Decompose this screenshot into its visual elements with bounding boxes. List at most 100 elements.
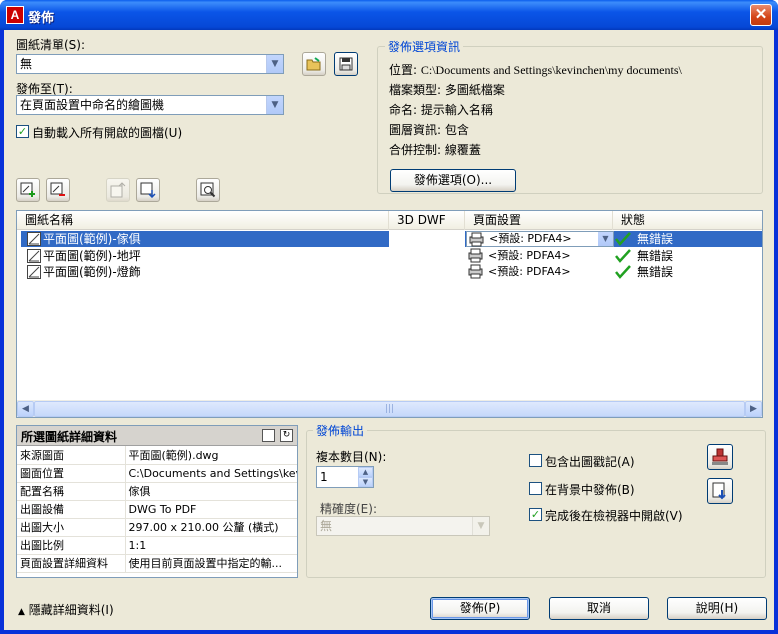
details-row: 出圖比例 1:1 [17, 536, 297, 555]
details-header: 所選圖紙詳細資料 ↻ [17, 426, 297, 446]
table-row[interactable]: 平面圖(範例)-傢俱 <預設: PDFA4> ▼ 無錯誤 [17, 231, 762, 247]
column-3d-dwf[interactable]: 3D DWF [389, 211, 465, 230]
page-setup-cell[interactable]: <預設: PDFA4> [466, 248, 614, 264]
details-row: 出圖大小 297.00 x 210.00 公釐 (橫式) [17, 518, 297, 537]
cancel-button[interactable]: 取消 [549, 597, 649, 620]
option-merge-control-value: 線覆蓋 [444, 143, 481, 157]
publish-dialog: A 發佈 ✕ 圖紙清單(S): 無 ▼ 發佈至(T): 在頁面設置中命名的繪圖機… [0, 0, 778, 634]
publish-button[interactable]: 發佈(P) [430, 597, 530, 620]
remove-sheets-button[interactable] [46, 178, 70, 202]
status-text: 無錯誤 [637, 232, 674, 246]
sheet-list-label: 圖紙清單(S): [16, 38, 86, 52]
details-row: 圖面位置C:\Documents and Settings\kevinc... [17, 464, 297, 483]
details-value: DWG To PDF [125, 500, 297, 519]
title-bar[interactable]: A 發佈 ✕ [0, 0, 778, 30]
background-publish-checkbox[interactable] [529, 482, 542, 495]
option-file-type-value: 多圖紙檔案 [444, 83, 505, 97]
details-key: 圖面位置 [17, 464, 126, 483]
sheet-list-select[interactable]: 無 ▼ [16, 54, 284, 74]
status-cell: 無錯誤 [615, 231, 762, 247]
stamp-settings-button[interactable] [707, 444, 733, 470]
copies-spinner[interactable]: 1 ▲ ▼ [316, 466, 374, 488]
add-sheet-icon [20, 182, 35, 197]
load-sheet-list-button[interactable] [302, 52, 326, 76]
move-sheet-down-button[interactable] [136, 178, 160, 202]
table-row[interactable]: 平面圖(範例)-地坪 <預設: PDFA4> 無錯誤 [17, 248, 762, 264]
chevron-down-icon[interactable]: ▼ [598, 232, 613, 246]
precision-select[interactable]: 無 ▼ [316, 516, 490, 536]
details-value: 平面圖(範例).dwg [125, 446, 297, 465]
option-naming-value: 提示輸入名稱 [420, 103, 493, 117]
spin-down-icon[interactable]: ▼ [358, 477, 373, 487]
chevron-down-icon[interactable]: ▼ [266, 96, 283, 114]
sheet-name: 平面圖(範例)-傢俱 [43, 232, 141, 246]
publish-to-value: 在頁面設置中命名的繪圖機 [20, 98, 165, 112]
publish-output-title: 發佈輸出 [313, 422, 368, 439]
status-text: 無錯誤 [637, 249, 674, 263]
option-layer-info-key: 圖層資訊: [389, 123, 442, 137]
include-stamp-checkbox[interactable] [529, 454, 542, 467]
details-row: 頁面設置詳細資料 使用目前頁面設置中指定的輸... [17, 554, 297, 573]
column-page-setup[interactable]: 頁面設置 [465, 211, 613, 230]
auto-load-checkbox[interactable]: ✓ [16, 125, 29, 138]
list-header: 圖紙名稱 3D DWF 頁面設置 狀態 [17, 211, 762, 230]
autocad-app-icon: A [6, 6, 24, 24]
publish-to-select[interactable]: 在頁面設置中命名的繪圖機 ▼ [16, 95, 284, 115]
column-status[interactable]: 狀態 [613, 211, 762, 230]
page-setup-select[interactable]: <預設: PDFA4> ▼ [466, 231, 614, 247]
checkmark-icon [615, 232, 631, 246]
precision-value: 無 [320, 519, 333, 533]
window-title: 發佈 [28, 11, 55, 26]
open-viewer-checkbox[interactable]: ✓ [529, 508, 542, 521]
chevron-up-icon: ▲ [18, 607, 25, 617]
scroll-right-button[interactable]: ▶ [745, 401, 762, 417]
table-row[interactable]: 平面圖(範例)-燈飾 <預設: PDFA4> 無錯誤 [17, 264, 762, 280]
publish-options-title: 發佈選項資訊 [385, 38, 464, 55]
sheet-name: 平面圖(範例)-燈飾 [43, 265, 141, 279]
copies-value: 1 [320, 470, 328, 484]
details-key: 來源圖面 [17, 446, 126, 465]
scroll-left-button[interactable]: ◀ [17, 401, 34, 417]
details-key: 配置名稱 [17, 482, 126, 501]
page-setup-value: <預設: PDFA4> [488, 265, 571, 278]
magnifier-icon [200, 182, 216, 198]
background-publish-label: 在背景中發佈(B) [545, 483, 635, 497]
publish-options-button[interactable]: 發佈選項(O)... [390, 169, 516, 192]
checkmark-icon [615, 249, 631, 263]
page-setup-cell[interactable]: <預設: PDFA4> [466, 264, 614, 280]
dialog-body: 圖紙清單(S): 無 ▼ 發佈至(T): 在頁面設置中命名的繪圖機 ▼ ✓ 自動… [4, 30, 774, 630]
details-layout-icon[interactable] [262, 429, 275, 442]
details-key: 出圖大小 [17, 518, 126, 537]
status-text: 無錯誤 [637, 265, 674, 279]
hide-details-toggle[interactable]: ▲ 隱藏詳細資料(I) [18, 601, 114, 618]
sheet-list-view[interactable]: 圖紙名稱 3D DWF 頁面設置 狀態 平面圖(範例)-傢俱 <預設: PDFA… [16, 210, 763, 418]
option-naming: 命名: 提示輸入名稱 [389, 101, 493, 118]
chevron-down-icon[interactable]: ▼ [266, 55, 283, 73]
plotter-icon [468, 264, 483, 279]
save-sheet-list-button[interactable] [334, 52, 358, 76]
details-value: 297.00 x 210.00 公釐 (橫式) [125, 518, 297, 537]
refresh-icon[interactable]: ↻ [280, 429, 293, 442]
option-location: 位置: C:\Documents and Settings\kevinchen\… [389, 61, 682, 78]
close-button[interactable]: ✕ [750, 4, 772, 26]
option-merge-control-key: 合併控制: [389, 143, 442, 157]
status-cell: 無錯誤 [615, 264, 762, 280]
help-button[interactable]: 說明(H) [667, 597, 767, 620]
preview-button[interactable] [196, 178, 220, 202]
plotter-icon [468, 248, 483, 263]
horizontal-scrollbar[interactable]: ◀ ||| ▶ [17, 400, 762, 417]
save-icon [339, 57, 353, 71]
column-sheet-name[interactable]: 圖紙名稱 [17, 211, 389, 230]
move-sheet-up-button[interactable] [106, 178, 130, 202]
details-value: 傢俱 [125, 482, 297, 501]
precision-label: 精確度(E): [320, 502, 377, 516]
scroll-thumb[interactable]: ||| [34, 401, 745, 417]
chevron-down-icon[interactable]: ▼ [472, 517, 489, 535]
spin-up-icon[interactable]: ▲ [358, 467, 373, 477]
option-naming-key: 命名: [389, 103, 418, 117]
details-value: 使用目前頁面設置中指定的輸... [125, 554, 297, 573]
add-sheets-button[interactable] [16, 178, 40, 202]
folder-open-icon [306, 57, 321, 71]
remove-sheet-icon [50, 182, 65, 196]
save-sheet-list-export-button[interactable] [707, 478, 733, 504]
